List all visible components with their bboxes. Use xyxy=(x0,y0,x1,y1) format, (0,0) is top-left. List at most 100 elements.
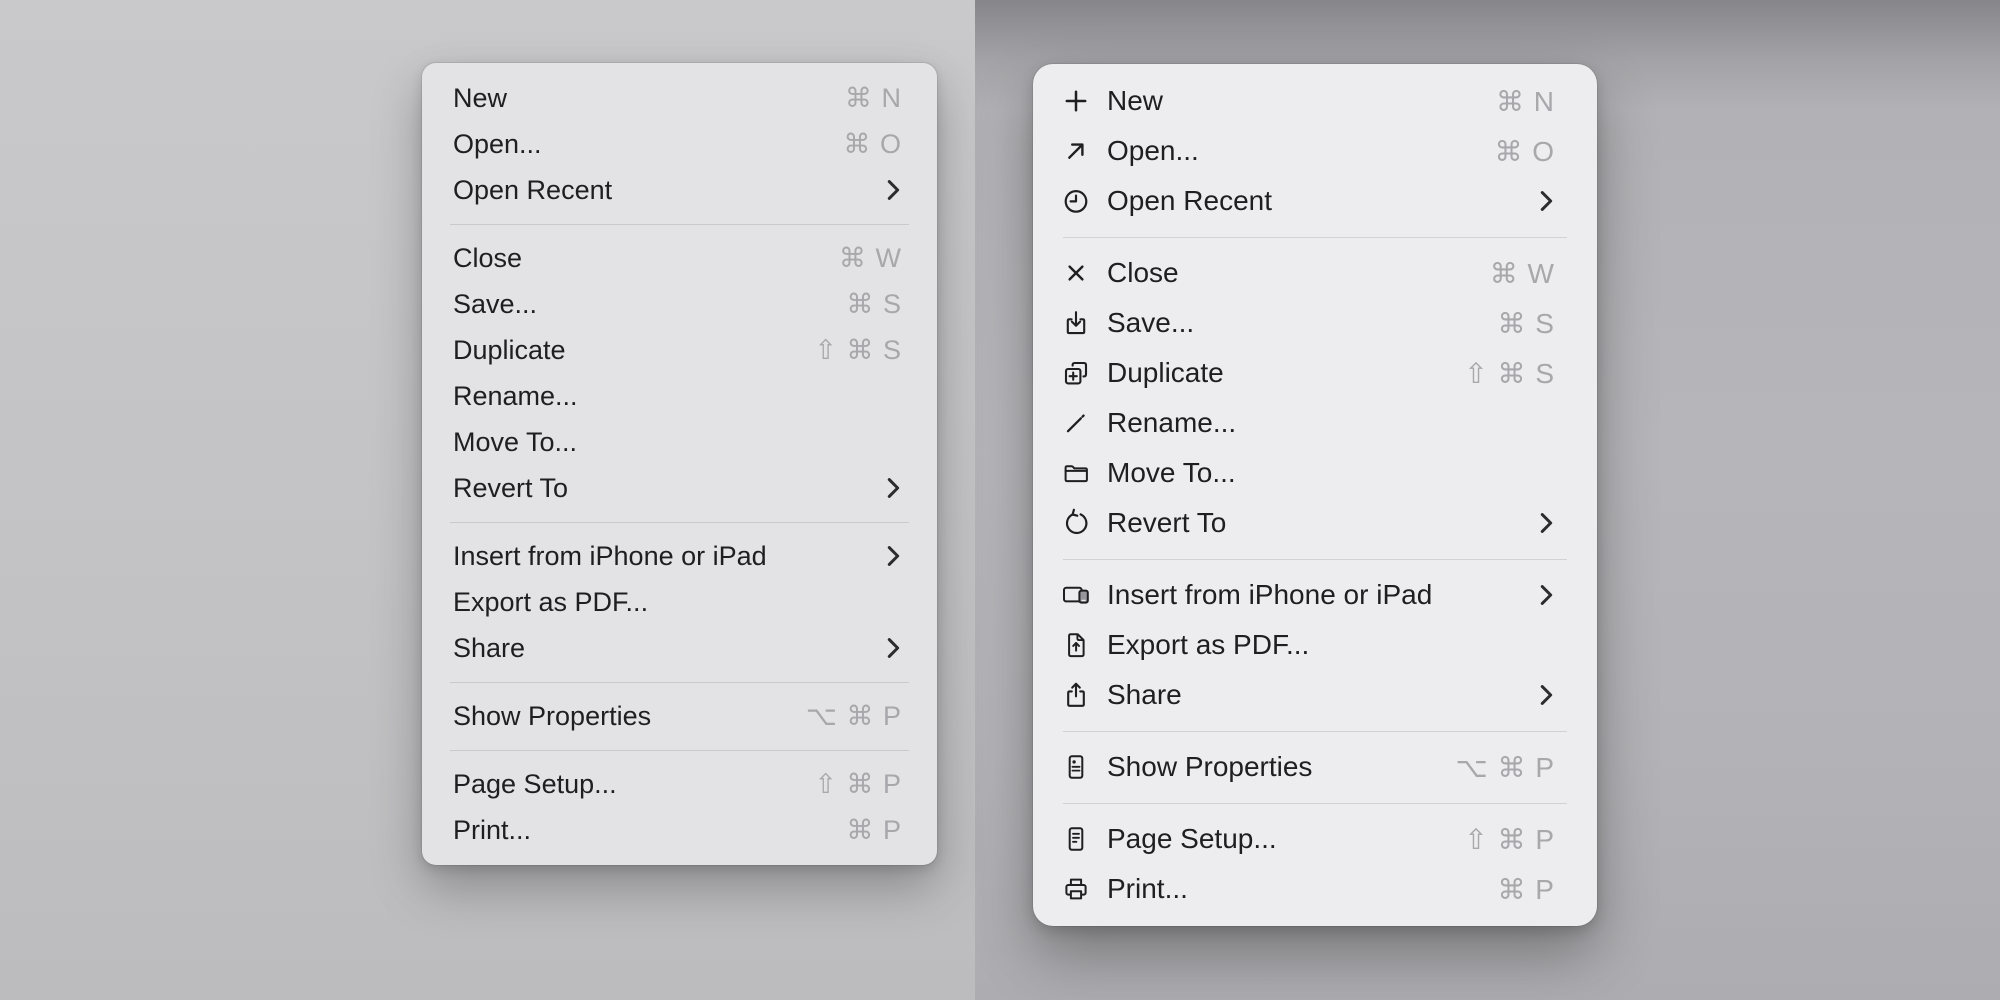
menu-item-accessory xyxy=(1537,187,1555,215)
menu-item-share[interactable]: Share xyxy=(1033,670,1597,720)
menu-item-label: Show Properties xyxy=(453,701,651,732)
menu-item-shortcut: ⌘ S xyxy=(846,289,902,320)
menu-item-print[interactable]: Print... ⌘ P xyxy=(1033,864,1597,914)
pencil-icon xyxy=(1061,408,1091,438)
ipad-and-iphone-icon xyxy=(1061,580,1091,610)
menu-item-label: Open Recent xyxy=(453,175,612,206)
menu-item-accessory: ⌘ N xyxy=(1496,85,1555,118)
menu-item-move-to[interactable]: Move To... xyxy=(1033,448,1597,498)
submenu-chevron-icon xyxy=(1537,681,1555,709)
menu-item-label: Open Recent xyxy=(1107,185,1272,217)
menu-item-accessory xyxy=(884,176,902,204)
menu-item-label: Page Setup... xyxy=(453,769,617,800)
submenu-chevron-icon xyxy=(884,634,902,662)
menu-item-page-setup[interactable]: Page Setup...⇧ ⌘ P xyxy=(1033,814,1597,864)
menu-item-accessory xyxy=(884,474,902,502)
menu-item-label: Open... xyxy=(1107,135,1199,167)
menu-item-revert-to[interactable]: Revert To xyxy=(422,465,937,511)
arrow-counterclockwise-icon xyxy=(1061,508,1091,538)
share-icon xyxy=(1061,680,1091,710)
menu-item-label: Duplicate xyxy=(453,335,566,366)
menu-item-close[interactable]: Close⌘ W xyxy=(1033,248,1597,298)
menu-item-print[interactable]: Print...⌘ P xyxy=(422,807,937,853)
menu-item-accessory: ⌘ P xyxy=(846,815,902,846)
menu-item-page-setup[interactable]: Page Setup... ⇧ ⌘ P xyxy=(422,761,937,807)
menu-item-shortcut: ⇧ ⌘ P xyxy=(814,769,902,800)
menu-item-label: Duplicate xyxy=(1107,357,1224,389)
menu-item-shortcut: ⇧ ⌘ P xyxy=(1464,823,1555,856)
menu-item-show-properties[interactable]: Show Properties ⌥ ⌘ P xyxy=(1033,742,1597,792)
submenu-chevron-icon xyxy=(1537,581,1555,609)
menu-item-rename[interactable]: Rename... xyxy=(422,373,937,419)
menu-item-accessory xyxy=(884,634,902,662)
menu-separator xyxy=(1063,237,1567,238)
menu-item-accessory xyxy=(1537,509,1555,537)
menu-item-label: Insert from iPhone or iPad xyxy=(453,541,767,572)
doc-info-icon xyxy=(1061,752,1091,782)
menu-item-label: Export as PDF... xyxy=(453,587,648,618)
doc-text-icon xyxy=(1061,824,1091,854)
menu-item-accessory: ⌘ O xyxy=(1494,135,1555,168)
menu-item-label: Move To... xyxy=(453,427,577,458)
menu-item-duplicate[interactable]: Duplicate ⇧ ⌘ S xyxy=(422,327,937,373)
menu-separator xyxy=(1063,559,1567,560)
menu-item-open[interactable]: Open... ⌘ O xyxy=(422,121,937,167)
menu-item-rename[interactable]: Rename... xyxy=(1033,398,1597,448)
menu-item-insert-from-iphone-or-ipad[interactable]: Insert from iPhone or iPad xyxy=(1033,570,1597,620)
menu-item-accessory: ⌘ W xyxy=(839,243,902,274)
menu-item-insert-from-iphone-or-ipad[interactable]: Insert from iPhone or iPad xyxy=(422,533,937,579)
menu-item-label: Save... xyxy=(1107,307,1194,339)
menu-item-accessory: ⇧ ⌘ S xyxy=(814,335,902,366)
menu-separator xyxy=(1063,731,1567,732)
menu-item-close[interactable]: Close ⌘ W xyxy=(422,235,937,281)
menu-item-new[interactable]: New⌘ N xyxy=(1033,76,1597,126)
menu-item-revert-to[interactable]: Revert To xyxy=(1033,498,1597,548)
menu-item-show-properties[interactable]: Show Properties ⌥ ⌘ P xyxy=(422,693,937,739)
menu-item-accessory: ⌥ ⌘ P xyxy=(1456,751,1556,784)
menu-item-shortcut: ⇧ ⌘ S xyxy=(1464,357,1555,390)
menu-item-accessory: ⌥ ⌘ P xyxy=(806,701,902,732)
desktop-background: New ⌘ N Open... ⌘ O Open Recent Close ⌘ W Save.… xyxy=(0,0,2000,1000)
menu-item-new[interactable]: New ⌘ N xyxy=(422,75,937,121)
menu-item-shortcut: ⌘ O xyxy=(843,129,902,160)
file-menu-with-icons: New⌘ NOpen...⌘ OOpen RecentClose⌘ WSave.… xyxy=(1033,64,1597,926)
menu-item-label: New xyxy=(453,83,507,114)
menu-item-save[interactable]: Save... ⌘ S xyxy=(1033,298,1597,348)
menu-item-share[interactable]: Share xyxy=(422,625,937,671)
menu-item-move-to[interactable]: Move To... xyxy=(422,419,937,465)
menu-item-label: Revert To xyxy=(453,473,568,504)
menu-separator xyxy=(1063,803,1567,804)
submenu-chevron-icon xyxy=(1537,509,1555,537)
file-menu-plain: New ⌘ N Open... ⌘ O Open Recent Close ⌘ W Save.… xyxy=(422,63,937,865)
menu-item-accessory: ⇧ ⌘ S xyxy=(1464,357,1555,390)
menu-item-accessory: ⇧ ⌘ P xyxy=(1464,823,1555,856)
menu-item-shortcut: ⌘ S xyxy=(1498,307,1555,340)
menu-item-accessory: ⇧ ⌘ P xyxy=(814,769,902,800)
menu-item-shortcut: ⌘ W xyxy=(1490,257,1555,290)
menu-item-shortcut: ⌘ N xyxy=(1496,85,1555,118)
xmark-icon xyxy=(1061,258,1091,288)
menu-item-duplicate[interactable]: Duplicate ⇧ ⌘ S xyxy=(1033,348,1597,398)
menu-item-save[interactable]: Save...⌘ S xyxy=(422,281,937,327)
menu-item-label: Print... xyxy=(1107,873,1188,905)
menu-item-label: Show Properties xyxy=(1107,751,1312,783)
menu-item-label: Close xyxy=(453,243,522,274)
menu-item-label: Open... xyxy=(453,129,542,160)
menu-item-open[interactable]: Open... ⌘ O xyxy=(1033,126,1597,176)
menu-item-shortcut: ⌥ ⌘ P xyxy=(1456,751,1556,784)
menu-item-open-recent[interactable]: Open Recent xyxy=(422,167,937,213)
menu-item-export-as-pdf[interactable]: Export as PDF... xyxy=(1033,620,1597,670)
menu-item-accessory xyxy=(884,542,902,570)
submenu-chevron-icon xyxy=(884,176,902,204)
menu-item-export-as-pdf[interactable]: Export as PDF... xyxy=(422,579,937,625)
menu-item-open-recent[interactable]: Open Recent xyxy=(1033,176,1597,226)
menu-item-accessory xyxy=(1537,581,1555,609)
menu-item-shortcut: ⇧ ⌘ S xyxy=(814,335,902,366)
menu-separator xyxy=(450,750,909,751)
menu-item-label: Rename... xyxy=(1107,407,1236,439)
menu-item-accessory: ⌘ P xyxy=(1498,873,1555,906)
menu-item-shortcut: ⌘ N xyxy=(845,83,902,114)
submenu-chevron-icon xyxy=(1537,187,1555,215)
submenu-chevron-icon xyxy=(884,474,902,502)
menu-item-label: Rename... xyxy=(453,381,578,412)
